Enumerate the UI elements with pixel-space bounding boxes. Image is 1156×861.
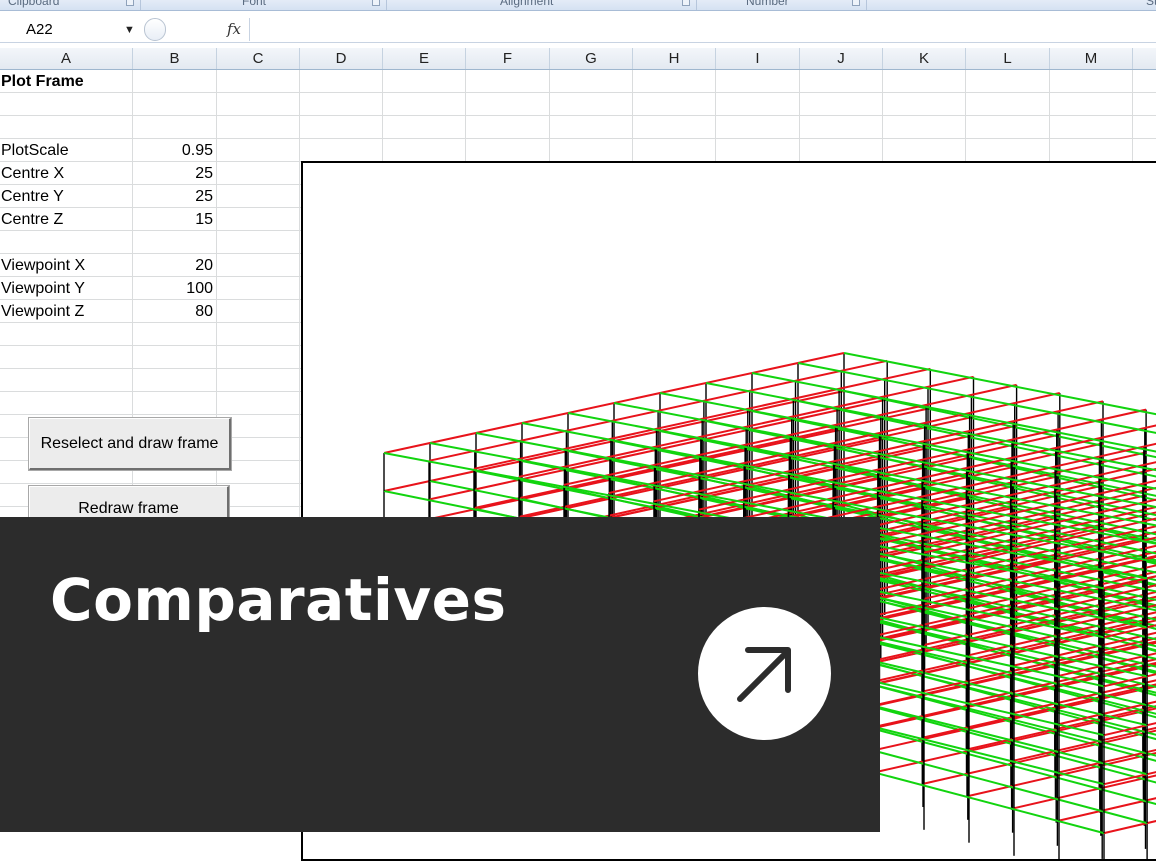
param-value[interactable]: 25 [133, 162, 213, 185]
ribbon-group-styles: St [1146, 0, 1156, 8]
column-header-c[interactable]: C [217, 48, 300, 69]
param-value[interactable]: 100 [133, 277, 213, 300]
formula-bar: A22 ▼ fx [0, 18, 1156, 43]
param-label[interactable]: Viewpoint X [1, 254, 85, 277]
param-label[interactable]: Viewpoint Z [1, 300, 84, 323]
param-label[interactable]: Centre Z [1, 208, 63, 231]
ribbon-separator [140, 0, 141, 10]
param-value[interactable]: 80 [133, 300, 213, 323]
param-label[interactable]: Centre X [1, 162, 64, 185]
column-header-l[interactable]: L [966, 48, 1050, 69]
ribbon-group-clipboard: Clipboard [8, 0, 60, 8]
formula-bar-expander[interactable] [144, 18, 166, 41]
alignment-launcher-icon[interactable] [682, 0, 690, 6]
column-header-b[interactable]: B [133, 48, 217, 69]
ribbon-separator [866, 0, 867, 10]
sheet-title[interactable]: Plot Frame [1, 70, 84, 93]
column-header-f[interactable]: F [466, 48, 550, 69]
param-value[interactable]: 20 [133, 254, 213, 277]
param-value[interactable]: 15 [133, 208, 213, 231]
ribbon-group-labels: Clipboard Font Alignment Number St [0, 0, 1156, 11]
arrow-up-right-icon [737, 647, 791, 702]
ribbon-separator [696, 0, 697, 10]
param-label[interactable]: Viewpoint Y [1, 277, 85, 300]
column-header-j[interactable]: J [800, 48, 883, 69]
function-icon[interactable]: fx [227, 18, 241, 41]
column-header-h[interactable]: H [633, 48, 716, 69]
overlay-title: Comparatives [50, 566, 507, 634]
ribbon-group-number: Number [746, 0, 789, 8]
column-header-a[interactable]: A [0, 48, 133, 69]
formula-input[interactable] [249, 18, 1156, 41]
number-launcher-icon[interactable] [852, 0, 860, 6]
chevron-down-icon[interactable]: ▼ [124, 18, 135, 42]
ribbon-group-font: Font [242, 0, 267, 8]
column-header-k[interactable]: K [883, 48, 966, 69]
clipboard-launcher-icon[interactable] [126, 0, 134, 6]
ribbon-separator [386, 0, 387, 10]
param-value[interactable]: 0.95 [133, 139, 213, 162]
column-header-row: A B C D E F G H I J K L M [0, 48, 1156, 70]
reselect-and-draw-button[interactable]: Reselect and draw frame [29, 418, 231, 470]
column-header-g[interactable]: G [550, 48, 633, 69]
open-link-button[interactable] [698, 607, 831, 740]
column-header-m[interactable]: M [1050, 48, 1133, 69]
param-label[interactable]: PlotScale [1, 139, 69, 162]
name-box[interactable]: A22 [0, 18, 142, 42]
param-value[interactable]: 25 [133, 185, 213, 208]
column-header-i[interactable]: I [716, 48, 800, 69]
column-header-e[interactable]: E [383, 48, 466, 69]
param-label[interactable]: Centre Y [1, 185, 64, 208]
column-header-d[interactable]: D [300, 48, 383, 69]
font-launcher-icon[interactable] [372, 0, 380, 6]
ribbon-group-alignment: Alignment [500, 0, 554, 8]
